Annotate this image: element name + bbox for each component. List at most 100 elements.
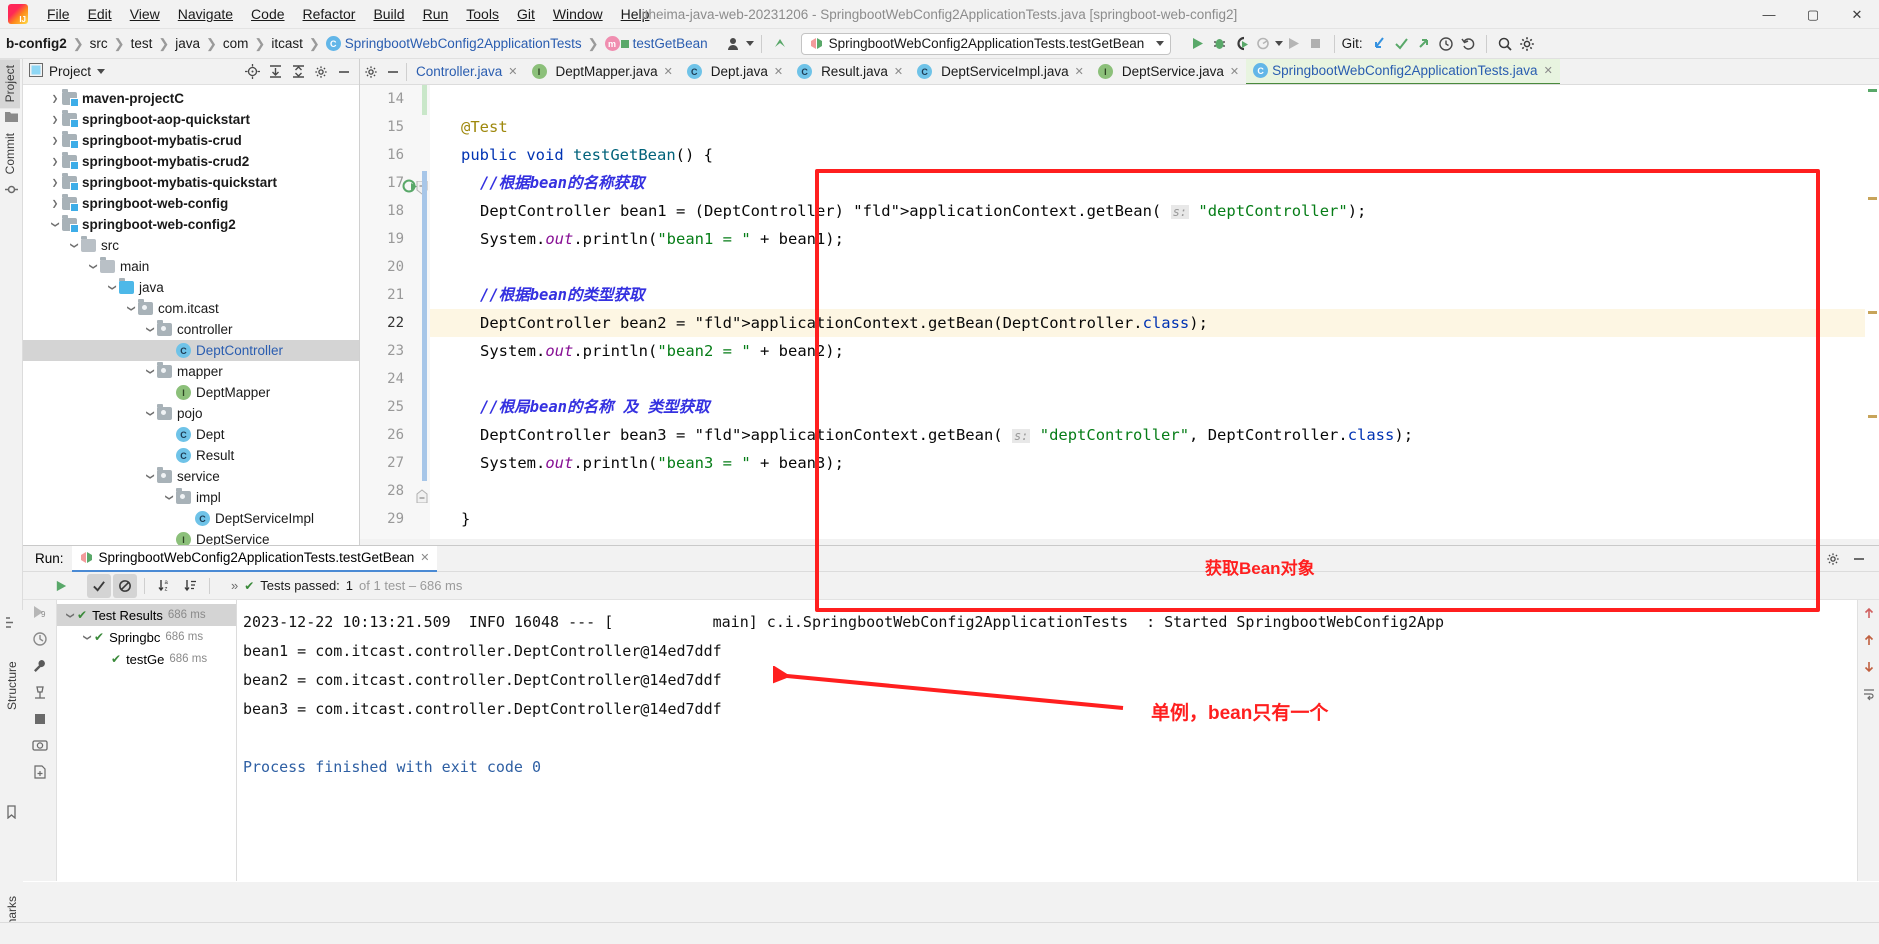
- tree-item-deptserviceimpl[interactable]: C DeptServiceImpl: [23, 508, 359, 529]
- git-update-icon[interactable]: [1369, 33, 1391, 55]
- expand-status-icon[interactable]: »: [231, 578, 238, 593]
- git-commit-icon[interactable]: [1391, 33, 1413, 55]
- run-panel-toolbar[interactable]: az » ✔ Tests passed: 1 of 1 test – 686 m…: [23, 572, 1879, 600]
- menu-item-edit[interactable]: Edit: [79, 3, 121, 25]
- code-line-24[interactable]: [430, 365, 1879, 393]
- rerun-tests-icon[interactable]: [49, 574, 73, 598]
- project-settings-icon[interactable]: [311, 62, 331, 82]
- sidebar-item-commit[interactable]: Commit: [0, 127, 20, 180]
- rerun-failed-icon[interactable]: 9: [32, 604, 48, 623]
- run-panel-header-actions[interactable]: [1823, 549, 1879, 569]
- tree-item-springboot-web-config2[interactable]: springboot-web-config2: [23, 214, 359, 235]
- menu-item-git[interactable]: Git: [508, 3, 544, 25]
- tree-item-springboot-aop-quickstart[interactable]: springboot-aop-quickstart: [23, 109, 359, 130]
- console-side-toolbar[interactable]: [1857, 600, 1879, 881]
- tree-item-java[interactable]: java: [23, 277, 359, 298]
- editor-hide-icon[interactable]: [382, 61, 404, 83]
- screenshot-icon[interactable]: [31, 737, 48, 756]
- menu-item-tools[interactable]: Tools: [457, 3, 508, 25]
- code-line-17[interactable]: //根据bean的名称获取: [430, 169, 1879, 197]
- run-icon[interactable]: [1187, 33, 1209, 55]
- tree-item-springboot-mybatis-crud[interactable]: springboot-mybatis-crud: [23, 130, 359, 151]
- breadcrumb-item-test[interactable]: test: [127, 34, 157, 53]
- code-line-29[interactable]: }: [430, 505, 1879, 533]
- chevron-down-icon[interactable]: [67, 241, 81, 250]
- tree-item-dept[interactable]: C Dept: [23, 424, 359, 445]
- editor-tab-deptmapper-java[interactable]: I DeptMapper.java ✕: [525, 59, 680, 84]
- chevron-down-icon[interactable]: [162, 493, 176, 502]
- code-editor[interactable]: 14 15 16 17 18 19 20 21 22 23 24 25 26 27 28 29 @Test pu…: [360, 85, 1879, 539]
- tree-item-springboot-mybatis-crud2[interactable]: springboot-mybatis-crud2: [23, 151, 359, 172]
- project-panel-caret-icon[interactable]: [97, 69, 106, 74]
- menu-item-file[interactable]: File: [38, 3, 79, 25]
- tree-item-src[interactable]: src: [23, 235, 359, 256]
- stop-icon[interactable]: [1305, 33, 1327, 55]
- debug-icon[interactable]: [1209, 33, 1231, 55]
- sort-alphabetically-icon[interactable]: az: [152, 574, 176, 598]
- close-icon[interactable]: ✕: [772, 65, 783, 78]
- tree-item-mapper[interactable]: mapper: [23, 361, 359, 382]
- chevron-right-icon[interactable]: [48, 136, 62, 145]
- tree-item-main[interactable]: main: [23, 256, 359, 277]
- expand-all-icon[interactable]: [265, 62, 285, 82]
- breadcrumb-item-itcast[interactable]: itcast: [267, 34, 307, 53]
- breadcrumb-item-project[interactable]: b-config2: [2, 34, 71, 53]
- code-line-26[interactable]: DeptController bean3 = "fld">application…: [430, 421, 1879, 449]
- run-coverage-icon[interactable]: [1231, 33, 1253, 55]
- show-passed-tests-icon[interactable]: [87, 573, 111, 598]
- menu-bar[interactable]: File Edit View Navigate Code Refactor Bu…: [38, 3, 658, 25]
- run-config-caret-icon[interactable]: [1155, 41, 1164, 46]
- test-tree-item[interactable]: ✔ testGe 686 ms: [57, 648, 236, 670]
- menu-item-build[interactable]: Build: [364, 3, 413, 25]
- breadcrumb[interactable]: b-config2 ❯ src ❯ test ❯ java ❯ com ❯ it…: [0, 34, 712, 53]
- collapse-all-icon[interactable]: [288, 62, 308, 82]
- menu-item-navigate[interactable]: Navigate: [169, 3, 242, 25]
- test-results-tree[interactable]: ✔Test Results686 ms✔Springbc686 ms✔testG…: [57, 600, 237, 881]
- profiler-icon[interactable]: [1253, 33, 1275, 55]
- profiler-caret-icon[interactable]: [1274, 41, 1283, 46]
- code-line-14[interactable]: [430, 85, 1879, 113]
- git-push-icon[interactable]: [1413, 33, 1435, 55]
- test-tree-item[interactable]: ✔ Test Results 686 ms: [57, 604, 236, 626]
- settings-icon[interactable]: [1516, 33, 1538, 55]
- code-line-16[interactable]: public void testGetBean() {: [430, 141, 1879, 169]
- minimize-button[interactable]: —: [1747, 0, 1791, 29]
- menu-item-window[interactable]: Window: [544, 3, 612, 25]
- console-output[interactable]: 2023-12-22 10:13:21.509 INFO 16048 --- […: [237, 600, 1857, 881]
- hide-panel-icon[interactable]: [334, 62, 354, 82]
- sidebar-item-project[interactable]: Project: [0, 59, 20, 109]
- locate-icon[interactable]: [242, 62, 262, 82]
- menu-item-help[interactable]: Help: [612, 3, 659, 25]
- scroll-to-top-icon[interactable]: [1862, 606, 1876, 623]
- window-controls[interactable]: — ▢ ✕: [1747, 0, 1879, 29]
- close-icon[interactable]: ✕: [420, 551, 429, 564]
- sort-by-duration-icon[interactable]: [178, 574, 202, 598]
- tree-item-deptmapper[interactable]: I DeptMapper: [23, 382, 359, 403]
- breadcrumb-item-method[interactable]: m testGetBean: [601, 34, 712, 53]
- close-icon[interactable]: ✕: [892, 65, 903, 78]
- menu-item-refactor[interactable]: Refactor: [294, 3, 365, 25]
- test-tree-item[interactable]: ✔ Springbc 686 ms: [57, 626, 236, 648]
- run-panel-side-toolbar[interactable]: 9: [23, 600, 57, 881]
- profile-caret-icon[interactable]: [745, 41, 754, 46]
- close-icon[interactable]: ✕: [1228, 65, 1239, 78]
- tree-item-deptcontroller[interactable]: C DeptController: [23, 340, 359, 361]
- run-panel-hide-icon[interactable]: [1849, 549, 1869, 569]
- tree-item-pojo[interactable]: pojo: [23, 403, 359, 424]
- chevron-down-icon[interactable]: [143, 325, 157, 334]
- project-tree[interactable]: maven-projectC springboot-aop-quickstart s…: [23, 85, 359, 602]
- run-configuration-selector[interactable]: SpringbootWebConfig2ApplicationTests.tes…: [800, 32, 1171, 55]
- chevron-down-icon[interactable]: [48, 220, 62, 229]
- breadcrumb-item-java[interactable]: java: [171, 34, 204, 53]
- close-button[interactable]: ✕: [1835, 0, 1879, 29]
- editor-tab-controller-java[interactable]: Controller.java ✕: [409, 59, 525, 84]
- bookmarks-icon[interactable]: [0, 805, 23, 822]
- chevron-down-icon[interactable]: [80, 633, 94, 642]
- export-icon[interactable]: [32, 764, 48, 783]
- close-icon[interactable]: ✕: [506, 65, 517, 78]
- tree-item-service[interactable]: service: [23, 466, 359, 487]
- stop-process-icon[interactable]: [33, 712, 47, 729]
- git-history-icon[interactable]: [1435, 33, 1457, 55]
- code-text-content[interactable]: @Test public void testGetBean() {//根据bean…: [430, 85, 1879, 539]
- chevron-right-icon[interactable]: [48, 199, 62, 208]
